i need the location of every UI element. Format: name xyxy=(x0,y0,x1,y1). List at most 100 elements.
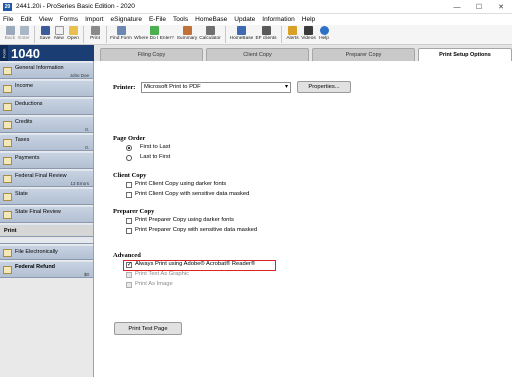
sidebar-item-general-information[interactable]: General Information John Doe xyxy=(0,62,93,79)
summary-button[interactable]: Summary xyxy=(176,25,198,41)
state-icon xyxy=(3,193,12,201)
form-logo: Form 1040 xyxy=(0,45,94,61)
logo-form-number: 1040 xyxy=(11,45,40,61)
maximize-icon[interactable]: ☐ xyxy=(468,0,490,14)
videos-icon xyxy=(304,26,313,35)
sidebar-item-deductions[interactable]: Deductions xyxy=(0,98,93,115)
printer-select[interactable]: Microsoft Print to PDF ▾ xyxy=(141,82,291,93)
find-form-button[interactable]: Find Form xyxy=(110,25,132,41)
taxes-icon xyxy=(3,139,12,147)
toolbar-divider xyxy=(281,26,282,43)
refund-icon xyxy=(3,266,12,274)
ef-clients-button[interactable]: EF clients xyxy=(254,25,278,41)
person-icon xyxy=(3,67,12,75)
toolbar-divider xyxy=(34,26,35,43)
enter-icon xyxy=(19,26,29,35)
title-bar: 20 2441.20i - ProSeries Basic Edition - … xyxy=(0,0,512,14)
homebase-button[interactable]: HomeBase xyxy=(229,25,254,41)
tab-print-setup-options[interactable]: Print Setup Options xyxy=(418,48,512,61)
sidebar-item-payments[interactable]: Payments xyxy=(0,152,93,169)
sidebar-item-file-electronically[interactable]: File Electronically xyxy=(0,245,93,260)
review-icon xyxy=(3,175,12,183)
alerts-button[interactable]: Alerts xyxy=(285,25,300,41)
menu-edit[interactable]: Edit xyxy=(20,16,31,23)
calculator-icon xyxy=(205,26,215,35)
last-to-first-radio[interactable] xyxy=(126,155,132,161)
sidebar-item-federal-refund[interactable]: Federal Refund $0 xyxy=(0,261,93,278)
deductions-icon xyxy=(3,103,12,111)
always-acrobat-checkbox[interactable]: ✓ xyxy=(126,262,132,268)
where-do-i-enter-button[interactable]: Where Do I Enter? xyxy=(132,25,176,41)
first-to-last-radio[interactable] xyxy=(126,145,132,151)
minimize-icon[interactable]: — xyxy=(446,0,468,14)
print-tray-icon xyxy=(0,238,93,244)
sidebar-item-state[interactable]: State xyxy=(0,188,93,205)
sidebar-item-taxes[interactable]: Taxes 0. xyxy=(0,134,93,151)
print-as-image-checkbox[interactable] xyxy=(126,282,132,288)
sidebar-item-federal-final-review[interactable]: Federal Final Review 13 Errors xyxy=(0,170,93,187)
new-button[interactable]: New xyxy=(52,25,66,41)
app-icon: 20 xyxy=(3,2,12,11)
help-button[interactable]: Help xyxy=(317,25,331,41)
question-icon xyxy=(149,26,159,35)
preparer-darker-fonts-checkbox[interactable] xyxy=(126,218,132,224)
toolbar-divider xyxy=(225,26,226,43)
sidebar-item-state-final-review[interactable]: State Final Review xyxy=(0,206,93,223)
text-as-graphic-label: Print Text As Graphic xyxy=(135,271,190,277)
client-masked-checkbox[interactable] xyxy=(126,192,132,198)
properties-button[interactable]: Properties... xyxy=(297,81,351,93)
menu-information[interactable]: Information xyxy=(262,16,295,23)
always-acrobat-label: Always Print using Adobe® Acrobat® Reade… xyxy=(135,261,256,267)
printer-label: Printer: xyxy=(113,84,136,91)
print-button[interactable]: Print xyxy=(87,25,103,41)
tab-preparer-copy[interactable]: Preparer Copy xyxy=(312,48,415,61)
menu-homebase[interactable]: HomeBase xyxy=(195,16,227,23)
menu-bar: File Edit View Forms Import eSignature E… xyxy=(0,14,512,25)
sidebar-section-print[interactable]: Print xyxy=(0,224,93,237)
save-icon xyxy=(40,26,50,35)
preparer-masked-label: Print Preparer Copy with sensitive data … xyxy=(135,227,258,233)
sidebar: General Information John Doe Income Dedu… xyxy=(0,61,94,377)
client-copy-title: Client Copy xyxy=(113,172,147,179)
menu-view[interactable]: View xyxy=(39,16,53,23)
preparer-masked-checkbox[interactable] xyxy=(126,228,132,234)
menu-file[interactable]: File xyxy=(3,16,13,23)
back-arrow-icon xyxy=(5,26,15,35)
sidebar-item-credits[interactable]: Credits 0. xyxy=(0,116,93,133)
advanced-title: Advanced xyxy=(113,252,141,259)
close-icon[interactable]: ✕ xyxy=(490,0,512,14)
state-review-icon xyxy=(3,211,12,219)
calculator-button[interactable]: Calculator xyxy=(198,25,222,41)
menu-esignature[interactable]: eSignature xyxy=(111,16,142,23)
home-icon xyxy=(237,26,246,35)
menu-efile[interactable]: E-File xyxy=(149,16,166,23)
preparer-copy-title: Preparer Copy xyxy=(113,208,155,215)
income-icon xyxy=(3,85,12,93)
page-order-title: Page Order xyxy=(113,135,146,142)
toolbar-divider xyxy=(106,26,107,43)
text-as-graphic-checkbox[interactable] xyxy=(126,272,132,278)
menu-import[interactable]: Import xyxy=(85,16,103,23)
toolbar: Back Enter Save New Open Print Find Form… xyxy=(0,25,512,45)
menu-tools[interactable]: Tools xyxy=(173,16,188,23)
print-test-page-button[interactable]: Print Test Page xyxy=(114,322,182,335)
menu-update[interactable]: Update xyxy=(234,16,255,23)
find-form-icon xyxy=(116,26,126,35)
print-as-image-label: Print As Image xyxy=(135,281,173,287)
client-darker-fonts-checkbox[interactable] xyxy=(126,182,132,188)
new-document-icon xyxy=(54,26,64,35)
menu-forms[interactable]: Forms xyxy=(60,16,78,23)
save-button[interactable]: Save xyxy=(38,25,52,41)
open-button[interactable]: Open xyxy=(66,25,80,41)
summary-icon xyxy=(182,26,192,35)
menu-help[interactable]: Help xyxy=(302,16,315,23)
tab-filing-copy[interactable]: Filing Copy xyxy=(100,48,203,61)
client-masked-label: Print Client Copy with sensitive data ma… xyxy=(135,191,250,197)
enter-button[interactable]: Enter xyxy=(17,25,31,41)
sidebar-item-income[interactable]: Income xyxy=(0,80,93,97)
back-button[interactable]: Back xyxy=(3,25,17,41)
window-title: 2441.20i - ProSeries Basic Edition - 202… xyxy=(16,3,135,10)
tab-client-copy[interactable]: Client Copy xyxy=(206,48,309,61)
preparer-darker-fonts-label: Print Preparer Copy using darker fonts xyxy=(135,217,234,223)
videos-button[interactable]: Videos xyxy=(300,25,317,41)
